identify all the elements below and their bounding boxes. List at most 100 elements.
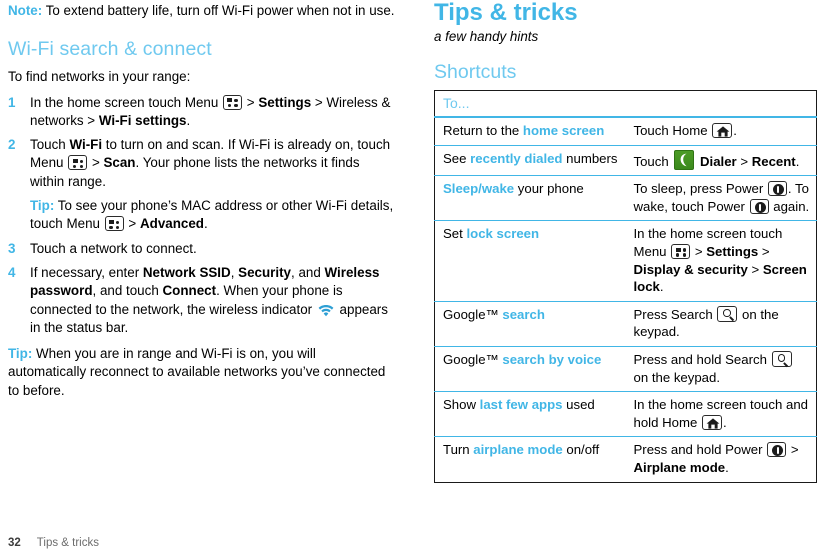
- text-run: Set: [443, 226, 467, 242]
- task-cell: Show last few apps used: [434, 391, 626, 438]
- text-run: used: [562, 397, 595, 413]
- text-run: , and: [291, 264, 325, 280]
- wifi-indicator-icon: [318, 304, 334, 317]
- step-item: 4 If necessary, enter Network SSID, Secur…: [8, 264, 396, 337]
- note-label: Note:: [8, 3, 43, 18]
- page-footer: 32 Tips & tricks: [8, 537, 99, 549]
- footer-chapter: Tips & tricks: [36, 537, 99, 549]
- step-text: Touch a network to connect.: [30, 241, 197, 256]
- text-run: To sleep, press Power: [633, 181, 767, 197]
- text-run: .: [795, 153, 800, 169]
- step-text: In the home screen touch Menu > Settings…: [30, 94, 390, 128]
- text-run: >: [758, 243, 770, 259]
- step-number: 2: [8, 137, 16, 153]
- tail-tip-paragraph: Tip: When you are in range and Wi-Fi is …: [8, 345, 396, 400]
- instruction-cell: Press and hold Power > Airplane mode.: [625, 436, 817, 482]
- search-key-icon: [717, 305, 738, 322]
- power-key-icon: [749, 198, 769, 214]
- tip-text: When you are in range and Wi-Fi is on, y…: [8, 346, 386, 398]
- text-run: .: [733, 123, 737, 138]
- text-run: .: [722, 414, 727, 430]
- tip-label: Tip:: [30, 198, 55, 214]
- left-column: Note: To extend battery life, turn off W…: [8, 0, 396, 400]
- instruction-cell: Press and hold Search on the keypad.: [625, 346, 817, 393]
- text-run: Press Search: [633, 306, 717, 322]
- power-key-icon: [767, 442, 787, 458]
- table-row: Return to the home screen Touch Home .: [434, 117, 817, 146]
- text-run: .: [203, 216, 208, 232]
- home-key-icon: [701, 414, 722, 430]
- table-row: Turn airplane mode on/off Press and hold …: [434, 436, 817, 482]
- text-run: If necessary, enter: [30, 264, 143, 280]
- text-run: >: [88, 155, 104, 171]
- home-key-icon: [712, 123, 733, 138]
- text-run: , and touch: [92, 283, 163, 299]
- text-run: numbers: [562, 150, 618, 166]
- text-run: See: [443, 150, 471, 166]
- text-run: To see your phone’s MAC address or other…: [30, 198, 394, 232]
- table-row: Show last few apps used In the home scree…: [434, 391, 817, 438]
- table-row: Google™ search Press Search on the keypad…: [434, 301, 817, 347]
- step-item: 3 Touch a network to connect.: [8, 240, 396, 258]
- text-run: Touch: [633, 153, 673, 169]
- task-cell: Sleep/wake your phone: [434, 175, 626, 222]
- text-run: your phone: [514, 181, 584, 197]
- note-paragraph: Note: To extend battery life, turn off W…: [8, 2, 396, 20]
- bold-term: Network SSID: [142, 264, 231, 280]
- bold-term: Airplane mode: [633, 459, 726, 475]
- step-text: If necessary, enter Network SSID, Securi…: [30, 265, 388, 335]
- text-run: Google™: [443, 306, 503, 322]
- bold-term: Connect: [162, 283, 217, 299]
- highlight-term: Sleep/wake: [443, 181, 515, 197]
- highlight-term: recently dialed: [470, 150, 563, 166]
- bold-term: Wi-Fi: [69, 137, 103, 153]
- step-item: 2 Touch Wi-Fi to turn on and scan. If Wi-…: [8, 136, 396, 233]
- highlight-term: search: [502, 306, 545, 322]
- menu-key-icon: [223, 94, 243, 110]
- bold-term: Security: [238, 264, 291, 280]
- bold-term: Scan: [103, 155, 136, 171]
- task-cell: See recently dialed numbers: [434, 145, 626, 177]
- text-run: on/off: [562, 442, 600, 458]
- task-cell: Google™ search: [434, 301, 626, 347]
- instruction-cell: Touch Dialer > Recent.: [625, 145, 817, 177]
- text-run: .: [659, 279, 664, 295]
- highlight-term: home screen: [522, 123, 605, 138]
- shortcuts-table: To... Return to the home screen Touch Hom…: [434, 90, 817, 483]
- text-run: on the keypad.: [633, 369, 721, 385]
- table-row: See recently dialed numbers Touch Dialer …: [434, 145, 817, 177]
- highlight-term: search by voice: [502, 351, 602, 367]
- tip-label: Tip:: [8, 346, 33, 362]
- bold-term: Wi-Fi settings: [98, 112, 187, 128]
- bold-term: Dialer: [700, 153, 737, 169]
- bold-term: Settings: [258, 94, 312, 110]
- text-run: Google™: [443, 351, 503, 367]
- text-run: Touch Home: [633, 123, 712, 138]
- intro-text: To find networks in your range:: [8, 69, 191, 85]
- table-row: Sleep/wake your phone To sleep, press Pow…: [434, 175, 817, 222]
- task-cell: Turn airplane mode on/off: [434, 436, 626, 482]
- text-run: >: [787, 442, 799, 458]
- search-key-icon: [771, 350, 792, 367]
- page-title: Tips & tricks: [434, 0, 578, 26]
- text-run: Touch a network to connect.: [30, 240, 197, 256]
- task-cell: Google™ search by voice: [434, 346, 626, 393]
- numbered-steps: 1 In the home screen touch Menu > Setting…: [8, 94, 396, 338]
- manual-page: Note: To extend battery life, turn off W…: [0, 0, 817, 559]
- right-column: Tips & tricks a few handy hints Shortcut…: [434, 0, 817, 483]
- table-header-cell: To...: [434, 90, 817, 118]
- table-row: Google™ search by voice Press and hold Se…: [434, 346, 817, 393]
- step-number: 1: [8, 94, 16, 110]
- step-text: Touch Wi-Fi to turn on and scan. If Wi-F…: [30, 137, 390, 189]
- menu-key-icon: [104, 216, 124, 232]
- bold-term: Settings: [706, 243, 759, 259]
- step-item: 1 In the home screen touch Menu > Setting…: [8, 94, 396, 131]
- page-subtitle: a few handy hints: [434, 29, 539, 44]
- text-run: Press and hold Power: [633, 442, 767, 458]
- task-cell: Return to the home screen: [434, 117, 626, 146]
- instruction-cell: To sleep, press Power . To wake, touch P…: [625, 175, 817, 222]
- text-run: Press and hold Search: [633, 351, 771, 367]
- step-number: 3: [8, 240, 16, 256]
- text-run: again.: [769, 198, 810, 214]
- text-run: Touch: [30, 137, 70, 153]
